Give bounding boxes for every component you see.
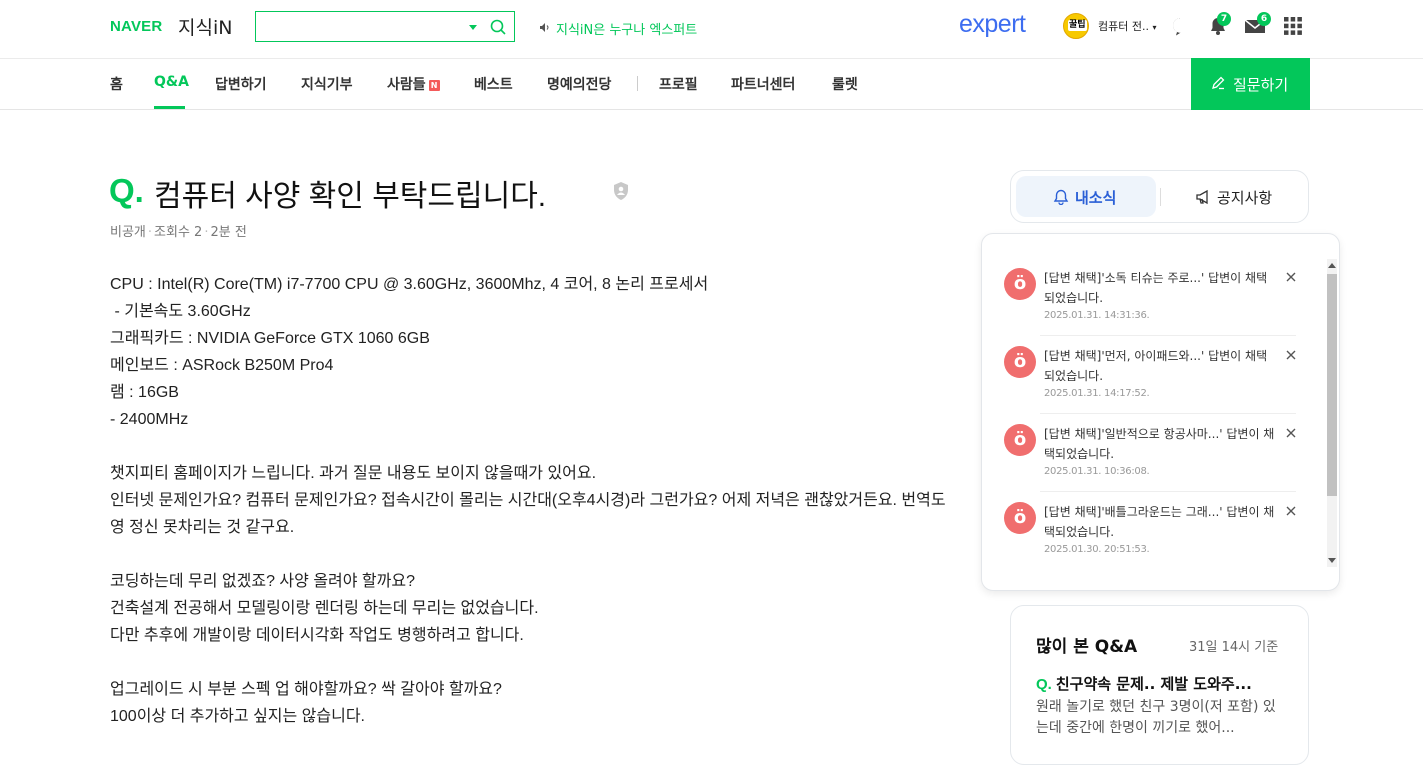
popular-question-excerpt[interactable]: 원래 놀기로 했던 친구 3명이(저 포함) 있는데 중간에 한명이 끼기로 했… — [1036, 697, 1281, 739]
ask-question-button[interactable]: 질문하기 — [1191, 58, 1310, 110]
body-line: 그래픽카드 : NVIDIA GeForce GTX 1060 6GB — [110, 330, 430, 347]
username-menu[interactable]: 컴퓨터 전.. ▾ — [1098, 18, 1157, 34]
body-line: 업그레이드 시 부분 스펙 업 해야할까요? 싹 갈아야 할까요? — [110, 681, 502, 698]
notification-count-badge: 7 — [1217, 12, 1231, 26]
nav-profile[interactable]: 프로필 — [659, 74, 698, 94]
expert-logo[interactable]: expert — [959, 10, 1026, 39]
notification-text: [답변 채택]'소독 티슈는 주로...' 답변이 채택되었습니다. — [1044, 271, 1268, 305]
pencil-icon — [1212, 76, 1225, 90]
top-header: NAVER 지식iN 지식iN은 누구나 엑스퍼트 expert 꿀팁 컴퓨터 … — [0, 0, 1423, 59]
body-line: - 2400MHz — [110, 411, 189, 428]
view-count: 조회수 2 — [154, 225, 203, 240]
notification-text: [답변 채택]'먼저, 아이패드와...' 답변이 채택되었습니다. — [1044, 349, 1268, 383]
body-line: 램 : 16GB — [110, 384, 179, 401]
notification-time: 2025.01.31. 10:36:08. — [1044, 466, 1150, 477]
visibility-label: 비공개 — [110, 225, 146, 240]
search-dropdown-icon[interactable] — [469, 25, 477, 30]
post-time: 2분 전 — [210, 225, 247, 240]
notification-icon: ö — [1004, 424, 1036, 456]
notification-scrollbar[interactable] — [1327, 259, 1337, 567]
chevron-down-icon: ▾ — [1152, 23, 1157, 32]
body-line: CPU : Intel(R) Core(TM) i7-7700 CPU @ 3.… — [110, 276, 709, 293]
notification-divider — [1040, 335, 1296, 336]
body-line: 100이상 더 추가하고 싶지는 않습니다. — [110, 708, 366, 725]
body-line: 코딩하는데 무리 없겠죠? 사양 올려야 할까요? — [110, 573, 415, 590]
body-line: 챗지피티 홈페이지가 느립니다. 과거 질문 내용도 보이지 않을때가 있어요. — [110, 465, 597, 482]
close-icon[interactable] — [1284, 270, 1298, 284]
naver-logo[interactable]: NAVER — [110, 18, 162, 35]
popular-date: 31일 14시 기준 — [1189, 640, 1279, 655]
question-mark: Q. — [109, 172, 144, 209]
nav-roulette[interactable]: 룰렛 — [832, 74, 858, 94]
notification-icon: ö — [1004, 502, 1036, 534]
expert-notice-link[interactable]: 지식iN은 누구나 엑스퍼트 — [556, 19, 697, 38]
close-icon[interactable] — [1284, 504, 1298, 518]
main-nav: 홈 Q&A 답변하기 지식기부 사람들 N 베스트 명예의전당 프로필 파트너센터… — [0, 58, 1423, 110]
page-title: 컴퓨터 사양 확인 부탁드립니다. — [154, 180, 547, 213]
scroll-down-arrow[interactable] — [1328, 558, 1336, 563]
ask-question-label: 질문하기 — [1233, 77, 1289, 94]
kin-logo[interactable]: 지식iN — [178, 13, 232, 40]
question-meta: 비공개 · 조회수 2 · 2분 전 — [110, 225, 247, 240]
tab-divider — [1160, 188, 1161, 206]
username: 컴퓨터 전.. — [1098, 20, 1149, 33]
search-input[interactable] — [262, 16, 456, 38]
notification-divider — [1040, 491, 1296, 492]
notification-time: 2025.01.31. 14:17:52. — [1044, 388, 1150, 399]
search-icon[interactable] — [490, 19, 506, 35]
private-shield-icon — [614, 182, 628, 200]
question-mark: Q. — [1036, 676, 1052, 693]
notification-icon: ö — [1004, 346, 1036, 378]
notification-icon: ö — [1004, 268, 1036, 300]
nav-qna[interactable]: Q&A — [154, 74, 189, 90]
nav-divider — [637, 76, 638, 91]
bell-outline-icon — [1053, 189, 1069, 205]
popular-question-title: 친구약속 문제.. 제발 도와주... — [1055, 675, 1252, 693]
notification-time: 2025.01.30. 20:51:53. — [1044, 544, 1150, 555]
avatar-label: 꿀팁 — [1068, 20, 1087, 31]
body-line — [110, 649, 950, 676]
popular-qna-card: 많이 본 Q&A 31일 14시 기준 Q. 친구약속 문제.. 제발 도와주..… — [1010, 605, 1309, 765]
popular-question-link[interactable]: Q. 친구약속 문제.. 제발 도와주... — [1036, 673, 1286, 694]
popular-title: 많이 본 Q&A — [1036, 637, 1138, 657]
body-line: - 기본속도 3.60GHz — [110, 303, 251, 320]
question-body: CPU : Intel(R) Core(TM) i7-7700 CPU @ 3.… — [110, 271, 950, 730]
new-badge: N — [428, 80, 440, 91]
megaphone-icon — [1196, 189, 1208, 205]
nav-best[interactable]: 베스트 — [474, 74, 513, 94]
mail-count-badge: 6 — [1257, 12, 1271, 26]
body-line: 건축설계 전공해서 모델링이랑 렌더링 하는데 무리는 없었습니다. — [110, 600, 539, 617]
body-line — [110, 541, 950, 568]
nav-answer[interactable]: 답변하기 — [215, 74, 267, 94]
scrollbar-thumb[interactable] — [1327, 274, 1337, 496]
search-box — [255, 11, 515, 42]
nav-active-indicator — [154, 106, 185, 109]
tab-my-news-label: 내소식 — [1075, 189, 1117, 207]
nav-home[interactable]: 홈 — [110, 74, 123, 94]
tab-announcements-label: 공지사항 — [1217, 189, 1273, 207]
notification-popup: ö [답변 채택]'소독 티슈는 주로...' 답변이 채택되었습니다. 202… — [981, 233, 1340, 591]
body-line: 다만 추후에 개발이랑 데이터시각화 작업도 병행하려고 합니다. — [110, 627, 524, 644]
notification-text: [답변 채택]'배틀그라운드는 그래...' 답변이 채택되었습니다. — [1044, 505, 1275, 539]
nav-people[interactable]: 사람들 N — [387, 74, 440, 94]
nav-hall-of-fame[interactable]: 명예의전당 — [547, 74, 611, 94]
nav-people-label: 사람들 — [387, 77, 426, 93]
chat-icon[interactable] — [1171, 16, 1191, 36]
notification-tabs: 내소식 공지사항 — [1010, 170, 1309, 223]
scroll-up-arrow[interactable] — [1328, 263, 1336, 268]
notification-time: 2025.01.31. 14:31:36. — [1044, 310, 1150, 321]
nav-donation[interactable]: 지식기부 — [301, 74, 353, 94]
body-line: 인터넷 문제인가요? 컴퓨터 문제인가요? 접속시간이 몰리는 시간대(오후4시… — [110, 492, 951, 536]
notification-divider — [1040, 413, 1296, 414]
avatar[interactable]: 꿀팁 — [1063, 13, 1089, 39]
tab-my-news[interactable]: 내소식 — [1016, 176, 1156, 217]
close-icon[interactable] — [1284, 348, 1298, 362]
notification-text: [답변 채택]'일반적으로 항공사마...' 답변이 채택되었습니다. — [1044, 427, 1275, 461]
apps-grid-icon[interactable] — [1283, 16, 1303, 36]
close-icon[interactable] — [1284, 426, 1298, 440]
nav-partner-center[interactable]: 파트너센터 — [731, 74, 795, 94]
speaker-icon — [540, 23, 549, 32]
body-line: 메인보드 : ASRock B250M Pro4 — [110, 357, 334, 374]
body-line — [110, 433, 950, 460]
